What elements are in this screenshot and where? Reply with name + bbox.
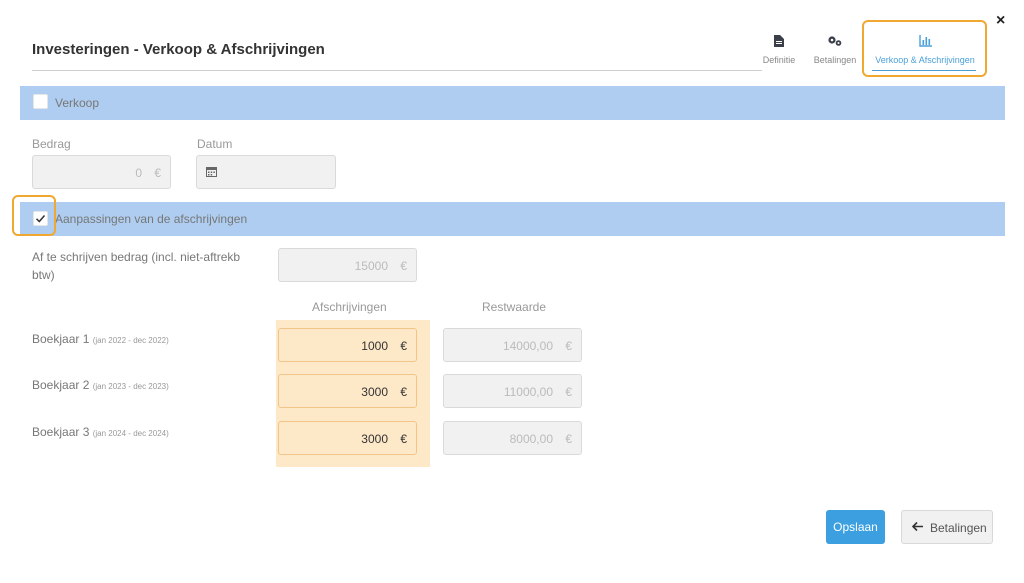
afschrijving-value: 3000 (361, 385, 388, 399)
datum-label: Datum (197, 137, 233, 151)
euro-icon: € (400, 432, 407, 446)
tab-definitie[interactable]: Definitie (756, 35, 802, 65)
boekjaar-3-label: Boekjaar 3 (jan 2024 - dec 2024) (32, 425, 169, 439)
euro-icon: € (565, 385, 572, 399)
restwaarde-field: 8000,00 € (443, 421, 582, 455)
col-restwaarde: Restwaarde (482, 300, 547, 314)
afschrijving-value: 3000 (361, 432, 388, 446)
highlight-frame-checkbox (12, 195, 56, 236)
bedrag-field[interactable]: 0 € (32, 155, 171, 189)
boekjaar-2-label: Boekjaar 2 (jan 2023 - dec 2023) (32, 378, 169, 392)
boekjaar-period: (jan 2022 - dec 2022) (92, 336, 169, 345)
af-te-schrijven-label: Af te schrijven bedrag (incl. niet-aftre… (32, 250, 241, 264)
restwaarde-field: 14000,00 € (443, 328, 582, 362)
boekjaar-1-label: Boekjaar 1 (jan 2022 - dec 2022) (32, 332, 169, 346)
boekjaar-name: Boekjaar 2 (32, 378, 90, 392)
euro-icon: € (565, 432, 572, 446)
tab-label: Betalingen (813, 55, 857, 65)
back-button-label: Betalingen (930, 521, 987, 535)
af-te-schrijven-label-cont: btw) (32, 268, 55, 282)
restwaarde-value: 8000,00 (509, 432, 553, 446)
af-te-schrijven-value: 15000 (354, 259, 388, 273)
af-te-schrijven-field[interactable]: 15000 € (278, 248, 417, 282)
euro-icon: € (400, 385, 407, 399)
aanpassingen-section-header: Aanpassingen van de afschrijvingen (20, 202, 1005, 236)
restwaarde-value: 14000,00 (502, 339, 553, 353)
verkoop-section-header: Verkoop (20, 86, 1005, 120)
gears-icon (828, 36, 842, 46)
afschrijving-input[interactable]: 3000 € (278, 374, 417, 408)
verkoop-checkbox-label: Verkoop (55, 96, 100, 110)
boekjaar-name: Boekjaar 3 (32, 425, 90, 439)
afschrijving-input[interactable]: 1000 € (278, 328, 417, 362)
back-to-betalingen-button[interactable]: Betalingen (901, 510, 993, 544)
restwaarde-value: 11000,00 (503, 385, 553, 399)
bedrag-label: Bedrag (32, 137, 71, 151)
euro-icon: € (565, 339, 572, 353)
boekjaar-name: Boekjaar 1 (32, 332, 90, 346)
tab-label: Definitie (762, 55, 796, 65)
restwaarde-field: 11000,00 € (443, 374, 582, 408)
page-title: Investeringen - Verkoop & Afschrijvingen (32, 41, 325, 58)
col-afschrijvingen: Afschrijvingen (312, 300, 387, 314)
bedrag-value: 0 (135, 166, 142, 180)
euro-icon: € (154, 166, 161, 180)
title-divider (32, 70, 762, 71)
verkoop-checkbox[interactable] (33, 94, 48, 109)
euro-icon: € (400, 339, 407, 353)
boekjaar-period: (jan 2024 - dec 2024) (92, 429, 169, 438)
euro-icon: € (400, 259, 407, 273)
save-button[interactable]: Opslaan (826, 510, 885, 544)
calendar-icon (206, 167, 217, 177)
file-icon (774, 35, 784, 47)
boekjaar-period: (jan 2023 - dec 2023) (92, 382, 169, 391)
datum-field[interactable] (196, 155, 336, 189)
tab-betalingen[interactable]: Betalingen (808, 35, 862, 65)
close-icon[interactable]: × (996, 12, 1005, 30)
arrow-left-icon (911, 521, 923, 532)
afschrijving-input[interactable]: 3000 € (278, 421, 417, 455)
aanpassingen-checkbox-label: Aanpassingen van de afschrijvingen (55, 212, 248, 226)
afschrijving-value: 1000 (361, 339, 388, 353)
highlight-frame-tab (862, 20, 987, 77)
